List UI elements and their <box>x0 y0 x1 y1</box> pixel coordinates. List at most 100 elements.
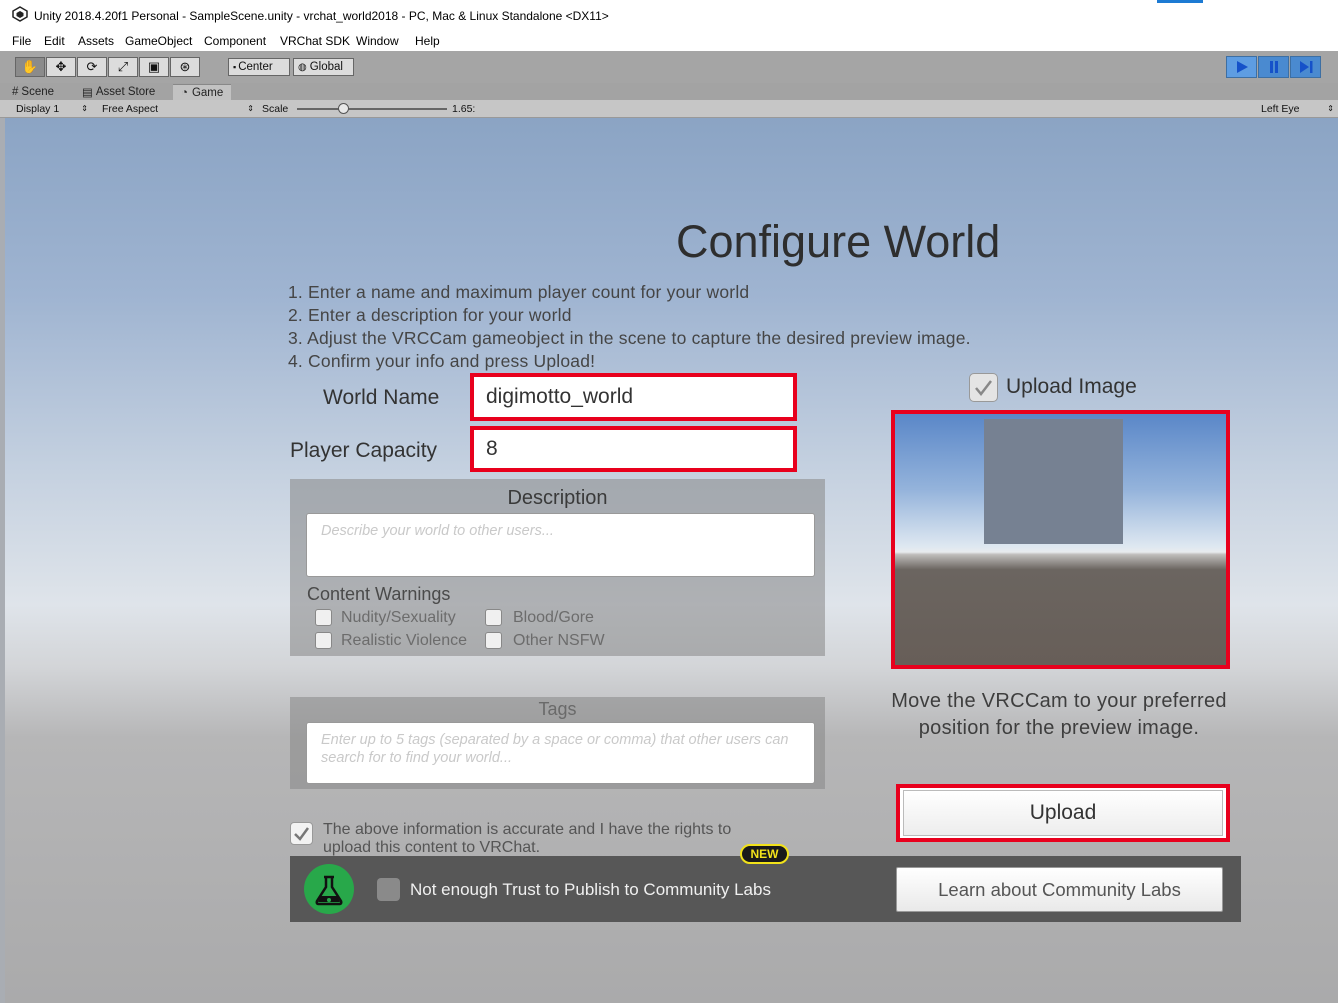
blood-gore-label: Blood/Gore <box>513 609 594 626</box>
lab-flask-icon <box>304 864 354 914</box>
play-button-icon[interactable] <box>1226 56 1257 78</box>
grid-icon: # <box>12 86 19 98</box>
description-title: Description <box>507 487 608 509</box>
preview-caption-line: position for the preview image. <box>918 717 1200 739</box>
instruction-step: 4. Confirm your info and press Upload! <box>288 351 596 371</box>
other-nsfw-checkbox[interactable] <box>485 632 502 649</box>
aspect-value: Free Aspect <box>102 102 159 115</box>
labs-status-text: Not enough Trust to Publish to Community… <box>410 880 771 899</box>
menu-help[interactable]: Help <box>415 34 440 48</box>
instruction-step: 2. Enter a description for your world <box>288 305 572 325</box>
scale-slider-track[interactable] <box>297 108 447 110</box>
labs-checkbox[interactable] <box>377 878 400 901</box>
rotate-tool-icon[interactable]: ⟳ <box>77 57 107 77</box>
tags-panel: Tags Enter up to 5 tags (separated by a … <box>290 697 825 789</box>
hand-tool-icon[interactable]: ✋ <box>15 57 45 77</box>
main-toolbar: ✋ ✥ ⟳ ⤢ ▣ ⊛ ▪ Center ◍ Global <box>0 51 1338 84</box>
menu-edit[interactable]: Edit <box>44 34 65 48</box>
tab-asset-store-label: Asset Store <box>95 86 156 98</box>
upload-button[interactable]: Upload <box>903 790 1223 836</box>
pivot-global-button[interactable]: ◍ Global <box>293 58 354 76</box>
checkmark-icon <box>975 380 992 396</box>
pivot-global-label: Global <box>309 61 343 73</box>
learn-community-labs-button[interactable]: Learn about Community Labs <box>896 867 1223 912</box>
world-name-value: digimotto_world <box>486 385 634 408</box>
store-icon: ▤ <box>82 87 93 99</box>
preview-caption: Move the VRCCam to your preferred positi… <box>862 688 1256 742</box>
pause-button-icon[interactable] <box>1258 56 1289 78</box>
upload-button-highlight: Upload <box>896 784 1230 842</box>
playback-controls <box>1226 56 1322 78</box>
instruction-step: 3. Adjust the VRCCam gameobject in the s… <box>288 328 971 348</box>
menu-gameobject[interactable]: GameObject <box>125 34 192 48</box>
display-dropdown[interactable]: Display 1 ⇕ <box>8 101 90 116</box>
player-capacity-label: Player Capacity <box>290 439 438 462</box>
tab-scene-label: Scene <box>21 86 55 98</box>
menu-window[interactable]: Window <box>356 34 399 48</box>
menu-vrchat-sdk[interactable]: VRChat SDK <box>280 34 350 48</box>
pivot-icon: ▪ <box>233 62 237 72</box>
rights-text: The above information is accurate and I … <box>323 821 731 857</box>
pivot-center-label: Center <box>238 61 273 73</box>
globe-icon: ◍ <box>298 61 307 73</box>
pacman-icon: ◔ <box>181 87 188 99</box>
instructions: 1. Enter a name and maximum player count… <box>288 281 971 373</box>
window-accent <box>1157 0 1203 3</box>
window-titlebar: Unity 2018.4.20f1 Personal - SampleScene… <box>0 0 1338 31</box>
nudity-label: Nudity/Sexuality <box>341 609 456 626</box>
tab-game-label: Game <box>191 87 224 99</box>
scale-tool-icon[interactable]: ⤢ <box>108 57 138 77</box>
realistic-violence-label: Realistic Violence <box>341 632 467 649</box>
nudity-checkbox[interactable] <box>315 609 332 626</box>
transform-tools: ✋ ✥ ⟳ ⤢ ▣ ⊛ <box>15 57 201 77</box>
tags-title: Tags <box>538 699 577 719</box>
aspect-dropdown[interactable]: Free Aspect ⇕ <box>94 101 256 116</box>
tab-scene[interactable]: # Scene <box>12 84 54 100</box>
other-nsfw-label: Other NSFW <box>513 632 605 649</box>
menu-file[interactable]: File <box>12 34 31 48</box>
rect-tool-icon[interactable]: ▣ <box>139 57 169 77</box>
tab-game[interactable]: ◔ Game <box>173 84 232 101</box>
move-tool-icon[interactable]: ✥ <box>46 57 76 77</box>
game-view-toolbar: Display 1 ⇕ Free Aspect ⇕ Scale 1.65: Le… <box>0 100 1338 118</box>
preview-cube <box>984 419 1123 544</box>
description-input[interactable]: Describe your world to other users... <box>306 513 815 577</box>
realistic-violence-checkbox[interactable] <box>315 632 332 649</box>
world-name-field[interactable]: digimotto_world <box>470 373 797 421</box>
step-button-icon[interactable] <box>1290 56 1321 78</box>
tab-asset-store[interactable]: ▤ Asset Store <box>82 84 155 100</box>
unity-logo-icon <box>12 6 28 22</box>
page-title: Configure World <box>676 216 1001 267</box>
scale-label: Scale <box>262 102 289 115</box>
menu-assets[interactable]: Assets <box>78 34 114 48</box>
preview-image <box>891 410 1230 669</box>
tags-input[interactable]: Enter up to 5 tags (separated by a space… <box>306 722 815 784</box>
window-title: Unity 2018.4.20f1 Personal - SampleScene… <box>34 9 609 23</box>
scale-slider-handle[interactable] <box>338 103 349 114</box>
blood-gore-checkbox[interactable] <box>485 609 502 626</box>
menu-component[interactable]: Component <box>204 34 266 48</box>
transform-tool-icon[interactable]: ⊛ <box>170 57 200 77</box>
player-capacity-value: 8 <box>486 437 498 460</box>
instruction-step: 1. Enter a name and maximum player count… <box>288 282 750 302</box>
dropdown-arrows-icon: ⇕ <box>81 104 88 113</box>
world-name-label: World Name <box>323 386 440 409</box>
rights-checkbox[interactable] <box>290 822 313 845</box>
eye-value: Left Eye <box>1261 102 1300 115</box>
menu-bar: File Edit Assets GameObject Component VR… <box>0 31 1338 51</box>
eye-dropdown[interactable]: Left Eye ⇕ <box>1256 101 1336 116</box>
pivot-center-button[interactable]: ▪ Center <box>228 58 290 76</box>
description-panel: Description Describe your world to other… <box>290 479 825 656</box>
dropdown-arrows-icon: ⇕ <box>247 104 254 113</box>
rights-text-line: upload this content to VRChat. <box>323 839 541 856</box>
upload-image-label: Upload Image <box>1006 375 1137 398</box>
new-badge: NEW <box>740 844 789 864</box>
display-value: Display 1 <box>16 102 60 115</box>
upload-image-checkbox[interactable] <box>969 373 998 402</box>
view-tabs: # Scene ▤ Asset Store ◔ Game <box>0 83 1338 101</box>
scale-value: 1.65: <box>452 102 476 115</box>
checkmark-icon <box>294 827 310 841</box>
player-capacity-field[interactable]: 8 <box>470 426 797 472</box>
preview-caption-line: Move the VRCCam to your preferred <box>891 690 1227 712</box>
dropdown-arrows-icon: ⇕ <box>1327 104 1334 113</box>
